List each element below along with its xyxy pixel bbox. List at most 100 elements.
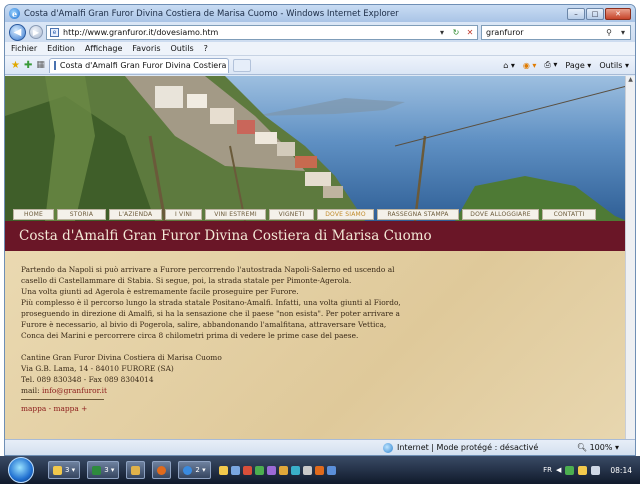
taskbar-count: 2 ▾ bbox=[195, 466, 206, 474]
taskbar-group-4[interactable] bbox=[152, 461, 172, 479]
address-row: ◀ ▶ e http://www.granfuror.it/dovesiamo.… bbox=[5, 22, 635, 42]
page-title: Costa d'Amalfi Gran Furor Divina Costier… bbox=[5, 221, 627, 251]
back-button[interactable]: ◀ bbox=[9, 23, 26, 41]
nav-vini-estremi[interactable]: VINI ESTREMI bbox=[205, 209, 266, 220]
zoom-value: 100% bbox=[589, 443, 613, 452]
forward-button[interactable]: ▶ bbox=[29, 25, 43, 39]
tray-icon[interactable] bbox=[578, 465, 588, 475]
mail-line: mail: info@granfuror.it bbox=[21, 385, 617, 396]
taskbar-count: 3 ▾ bbox=[104, 466, 115, 474]
amalfi-coast-photo bbox=[5, 76, 627, 221]
add-favorites-icon[interactable]: ✚ bbox=[24, 60, 32, 71]
clock[interactable]: 08:14 bbox=[610, 466, 632, 475]
print-icon[interactable]: ⎙ ▾ bbox=[544, 60, 557, 70]
tab-active[interactable]: Costa d'Amalfi Gran Furor Divina Costier… bbox=[48, 57, 229, 73]
search-input[interactable]: granfuror bbox=[486, 28, 602, 37]
quick-icon[interactable] bbox=[266, 465, 276, 475]
menu-edition[interactable]: Edition bbox=[47, 44, 75, 53]
screen: e Costa d'Amalfi Gran Furor Divina Costi… bbox=[0, 0, 640, 484]
quick-icon[interactable] bbox=[314, 465, 324, 475]
nav-contatti[interactable]: CONTATTI bbox=[542, 209, 596, 220]
search-box[interactable]: granfuror ⚲ ▾ bbox=[481, 24, 631, 40]
page-menu[interactable]: Page ▾ bbox=[565, 61, 591, 70]
language-indicator[interactable]: FR bbox=[543, 466, 552, 474]
nav-dove-alloggiare[interactable]: DOVE ALLOGGIARE bbox=[462, 209, 539, 220]
taskbar-count: 3 ▾ bbox=[65, 466, 76, 474]
stop-icon[interactable]: ✕ bbox=[463, 28, 477, 37]
mail-label: mail: bbox=[21, 386, 42, 395]
address-url[interactable]: http://www.granfuror.it/dovesiamo.htm bbox=[63, 28, 435, 37]
status-bar: Internet | Mode protégé : désactivé 🔍︎ 1… bbox=[5, 439, 635, 455]
hero-image: HOME STORIA L'AZIENDA I VINI VINI ESTREM… bbox=[5, 76, 627, 221]
taskbar-group-3[interactable] bbox=[126, 461, 146, 479]
tab-bar: ★ ✚ ▦ Costa d'Amalfi Gran Furor Divina C… bbox=[5, 56, 635, 75]
tray-icon[interactable] bbox=[565, 465, 575, 475]
quick-icon[interactable] bbox=[278, 465, 288, 475]
internet-zone-icon bbox=[383, 442, 393, 453]
maximize-button[interactable]: □ bbox=[586, 7, 604, 20]
search-dropdown-icon[interactable]: ▾ bbox=[616, 28, 630, 37]
title-bar: e Costa d'Amalfi Gran Furor Divina Costi… bbox=[5, 5, 635, 22]
new-tab-button[interactable] bbox=[232, 58, 251, 72]
directions-line: Partendo da Napoli si può arrivare a Fur… bbox=[21, 265, 395, 274]
quick-icon[interactable] bbox=[230, 465, 240, 475]
quick-icon[interactable] bbox=[254, 465, 264, 475]
minimize-button[interactable]: – bbox=[567, 7, 585, 20]
page-content: Partendo da Napoli si può arrivare a Fur… bbox=[5, 251, 627, 447]
quick-icon[interactable] bbox=[290, 465, 300, 475]
nav-rassegna-stampa[interactable]: RASSEGNA STAMPA bbox=[377, 209, 459, 220]
site-nav: HOME STORIA L'AZIENDA I VINI VINI ESTREM… bbox=[13, 209, 596, 220]
app-icon bbox=[131, 465, 141, 475]
menu-bar: Fichier Edition Affichage Favoris Outils… bbox=[5, 42, 635, 56]
map-links[interactable]: mappa - mappa + bbox=[21, 403, 617, 414]
email-link[interactable]: info@granfuror.it bbox=[42, 386, 107, 395]
directions-line: casello di Castellammare di Stabia. Si s… bbox=[21, 276, 352, 285]
address-bar[interactable]: e http://www.granfuror.it/dovesiamo.htm … bbox=[46, 24, 478, 40]
vertical-scrollbar[interactable]: ▲ bbox=[625, 76, 635, 447]
favorites-star-icon[interactable]: ★ bbox=[11, 60, 20, 71]
nav-vini[interactable]: I VINI bbox=[165, 209, 202, 220]
nav-azienda[interactable]: L'AZIENDA bbox=[109, 209, 162, 220]
nav-home[interactable]: HOME bbox=[13, 209, 54, 220]
scroll-up-icon[interactable]: ▲ bbox=[626, 76, 635, 86]
tools-menu[interactable]: Outils ▾ bbox=[599, 61, 629, 70]
security-zone[interactable]: Internet | Mode protégé : désactivé bbox=[397, 443, 538, 452]
page-viewport: HOME STORIA L'AZIENDA I VINI VINI ESTREM… bbox=[5, 76, 627, 447]
taskbar-group-2[interactable]: 3 ▾ bbox=[87, 461, 120, 479]
tray-arrow-icon[interactable]: ◀ bbox=[556, 466, 561, 474]
close-button[interactable]: ✕ bbox=[605, 7, 631, 20]
quick-icon[interactable] bbox=[302, 465, 312, 475]
nav-storia[interactable]: STORIA bbox=[57, 209, 106, 220]
nav-vigneti[interactable]: VIGNETI bbox=[269, 209, 314, 220]
feeds-icon[interactable]: ◉ ▾ bbox=[523, 61, 537, 70]
address-line: Via G.B. Lama, 14 - 84010 FURORE (SA) bbox=[21, 364, 174, 373]
firefox-icon bbox=[157, 465, 167, 475]
volume-icon[interactable] bbox=[591, 465, 601, 475]
directions-line: proseguendo in direzione di Amalfi, si h… bbox=[21, 309, 400, 318]
dropdown-arrow-icon[interactable]: ▾ bbox=[435, 28, 449, 37]
refresh-icon[interactable]: ↻ bbox=[449, 28, 463, 37]
menu-affichage[interactable]: Affichage bbox=[85, 44, 123, 53]
ie-window: e Costa d'Amalfi Gran Furor Divina Costi… bbox=[4, 4, 636, 456]
taskbar-group-5[interactable]: 2 ▾ bbox=[178, 461, 211, 479]
search-icon[interactable]: ⚲ bbox=[602, 28, 616, 37]
nav-dove-siamo[interactable]: DOVE SIAMO bbox=[317, 209, 374, 220]
quick-icon[interactable] bbox=[218, 465, 228, 475]
zoom-level[interactable]: 🔍︎ 100% ▾ bbox=[577, 443, 619, 452]
taskbar-group-1[interactable]: 3 ▾ bbox=[48, 461, 81, 479]
window-title: Costa d'Amalfi Gran Furor Divina Costier… bbox=[24, 8, 399, 19]
taskbar: 3 ▾ 3 ▾ 2 ▾ FR ◀ 08:14 bbox=[0, 456, 640, 484]
home-icon[interactable]: ⌂ ▾ bbox=[503, 61, 515, 70]
start-button[interactable] bbox=[8, 457, 34, 483]
directions-line: Conca dei Marini e percorrere circa 8 ch… bbox=[21, 331, 359, 340]
menu-favoris[interactable]: Favoris bbox=[132, 44, 160, 53]
menu-fichier[interactable]: Fichier bbox=[11, 44, 37, 53]
quick-icon[interactable] bbox=[242, 465, 252, 475]
tab-list-icon[interactable]: ▦ bbox=[36, 60, 45, 70]
directions-line: Più complesso è il percorso lungo la str… bbox=[21, 298, 401, 307]
quick-icon[interactable] bbox=[326, 465, 336, 475]
menu-outils[interactable]: Outils bbox=[171, 44, 194, 53]
folder-icon bbox=[53, 465, 62, 475]
tab-page-icon bbox=[53, 61, 56, 70]
menu-help[interactable]: ? bbox=[204, 44, 208, 53]
